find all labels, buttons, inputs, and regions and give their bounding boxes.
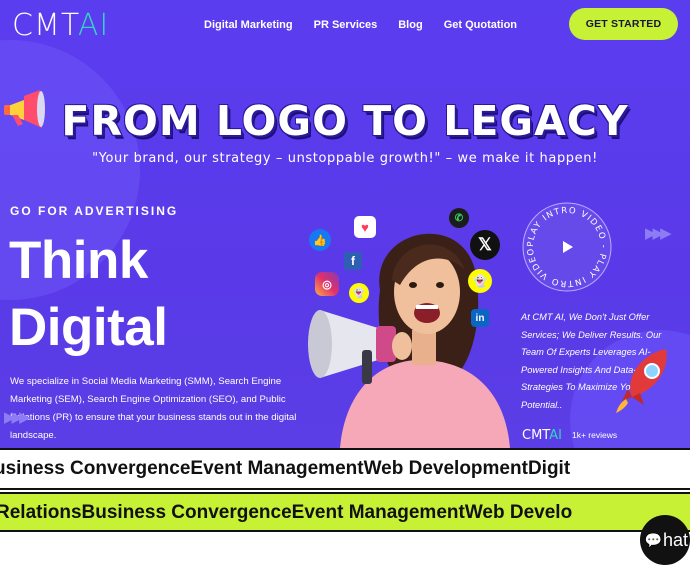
hero-headline: FROM LOGO TO LEGACY bbox=[61, 97, 629, 145]
marquee-item: Event Management bbox=[190, 458, 364, 479]
big-heading-line-1: Think bbox=[9, 231, 148, 290]
nav-item-blog[interactable]: Blog bbox=[398, 19, 422, 31]
chat-widget-button[interactable]: 💬 hat bbox=[640, 515, 690, 565]
marquee-item: Web Development bbox=[363, 458, 528, 479]
services-marquee-bottom: Relations Business Convergence Event Man… bbox=[0, 492, 690, 532]
hero-description: We specialize in Social Media Marketing … bbox=[10, 376, 297, 441]
hero-tagline: "Your brand, our strategy – unstoppable … bbox=[92, 151, 598, 166]
decor-arrows-right: ▶▶▶ bbox=[645, 225, 672, 242]
marquee-item: Business Convergence bbox=[81, 502, 292, 523]
marquee-item: Web Develo bbox=[464, 502, 573, 523]
nav-item-get-quotation[interactable]: Get Quotation bbox=[444, 19, 517, 31]
get-started-button[interactable]: GET STARTED bbox=[569, 8, 678, 40]
marquee-item: Digit bbox=[527, 458, 571, 479]
hero-section: CMTAI Digital Marketing PR Services Blog… bbox=[0, 0, 690, 448]
heart-icon: ♥ bbox=[354, 216, 376, 238]
snapchat-small-icon: 👻 bbox=[349, 283, 369, 303]
nav-item-digital-marketing[interactable]: Digital Marketing bbox=[204, 19, 293, 31]
thumbs-up-icon: 👍 bbox=[309, 229, 331, 251]
nav-item-pr-services[interactable]: PR Services bbox=[314, 19, 378, 31]
facebook-icon: f bbox=[344, 252, 362, 270]
reviews-count: 1k+ reviews bbox=[572, 430, 618, 440]
whatsapp-icon: ✆ bbox=[449, 208, 469, 228]
snapchat-icon: 👻 bbox=[468, 269, 492, 293]
main-nav: Digital Marketing PR Services Blog Get Q… bbox=[204, 19, 517, 31]
big-heading-line-2: Digital bbox=[9, 298, 168, 357]
marquee-item: Event Management bbox=[291, 502, 465, 523]
site-logo[interactable]: CMTAI bbox=[12, 8, 109, 43]
x-icon: 𝕏 bbox=[470, 230, 500, 260]
marquee-item: usiness Convergence bbox=[0, 458, 191, 479]
chat-icon: 💬 bbox=[644, 531, 662, 548]
footer-mini-logo: CMTAI bbox=[522, 428, 562, 443]
instagram-icon: ◎ bbox=[315, 272, 339, 296]
linkedin-icon: in bbox=[471, 309, 489, 327]
rocket-icon bbox=[616, 349, 667, 413]
decor-arrows-left: ▶▶▶ bbox=[4, 409, 31, 426]
marquee-item: Relations bbox=[0, 502, 82, 523]
play-intro-video-button[interactable]: PLAY INTRO VIDEO - PLAY INTRO VIDEO - bbox=[521, 201, 613, 293]
eyebrow-text: GO FOR ADVERTISING bbox=[10, 204, 179, 218]
services-marquee-top: usiness Convergence Event Management Web… bbox=[0, 448, 690, 490]
